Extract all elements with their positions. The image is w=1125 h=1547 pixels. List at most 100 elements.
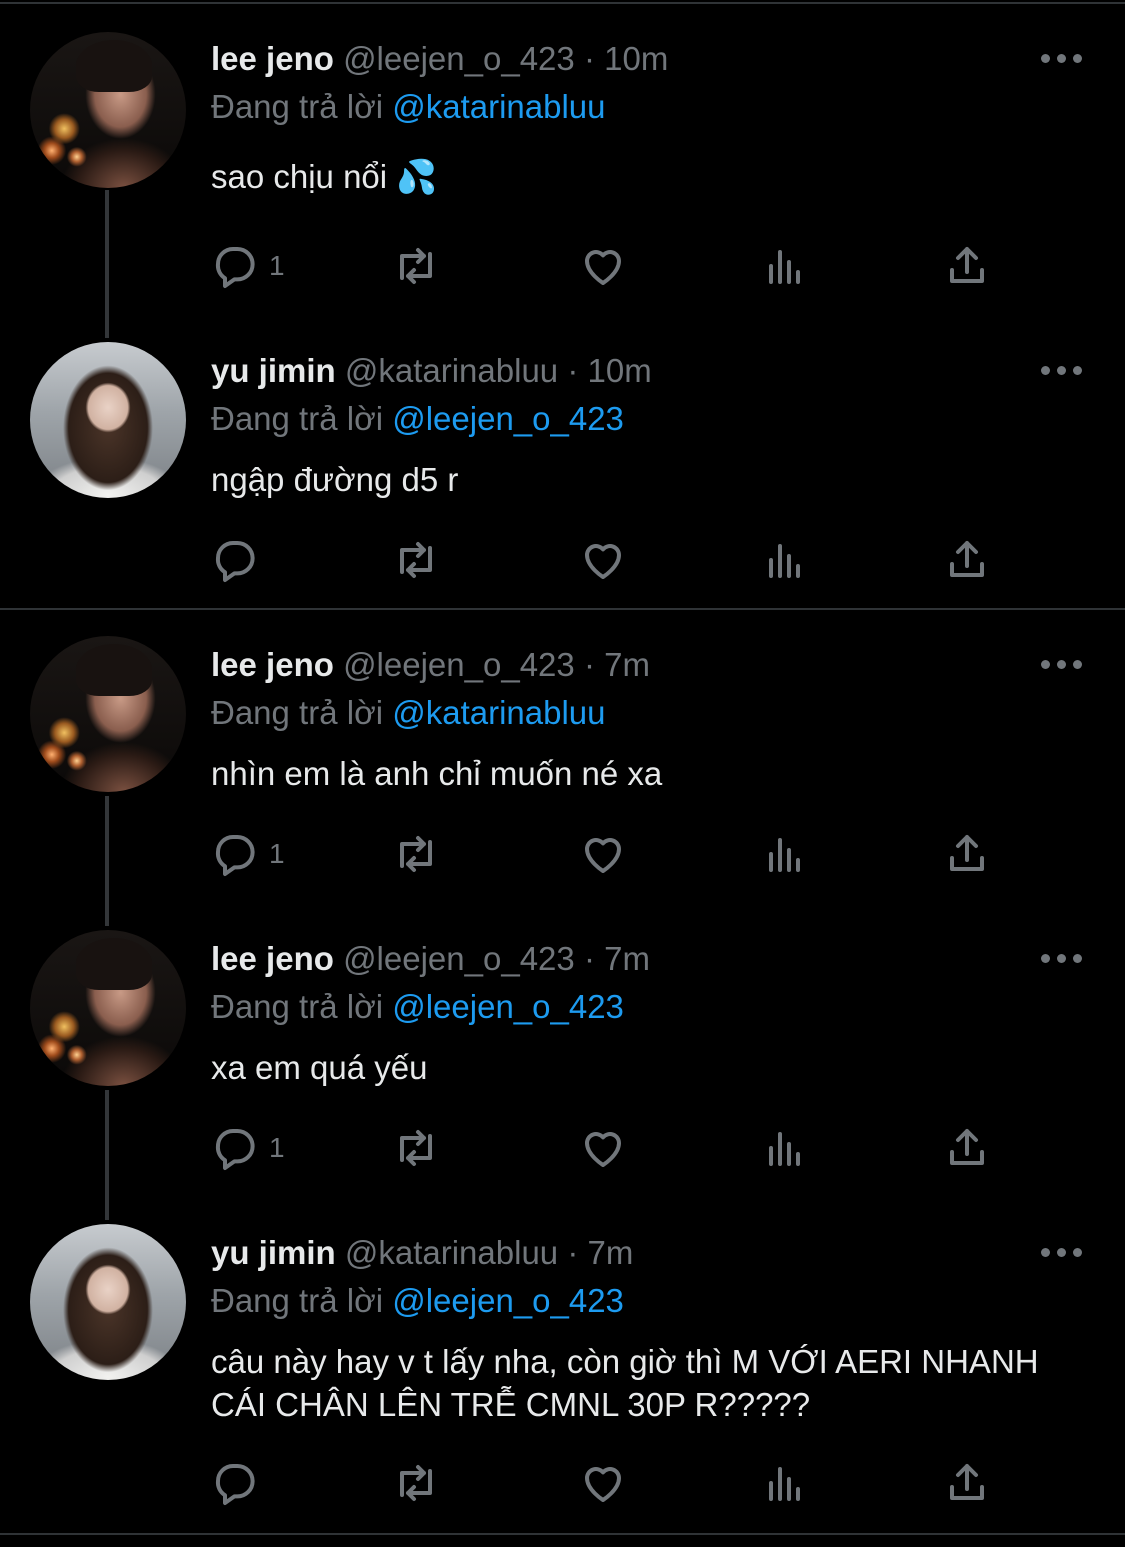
timestamp[interactable]: 10m [604, 40, 668, 77]
views-icon [769, 1132, 800, 1166]
replying-to: Đang trả lời @katarinabluu [211, 694, 606, 732]
heart-icon [585, 250, 621, 285]
reply-button[interactable] [211, 535, 269, 585]
retweet-button[interactable] [392, 829, 440, 879]
more-icon[interactable] [1041, 1246, 1083, 1258]
handle[interactable]: @katarinabluu [345, 1234, 558, 1271]
handle[interactable]: @leejen_o_423 [343, 940, 575, 977]
retweet-button[interactable] [392, 1123, 440, 1173]
like-button[interactable] [579, 1458, 627, 1508]
tweet-text: sao chịu nổi 💦 [211, 158, 438, 195]
reply-count: 1 [269, 250, 285, 281]
tweet-header: yu jimin @katarinabluu · 10m [211, 352, 652, 390]
more-icon[interactable] [1041, 952, 1083, 964]
timestamp[interactable]: 7m [604, 646, 650, 683]
mention-link[interactable]: @leejen_o_423 [392, 400, 624, 437]
views-button[interactable] [761, 829, 809, 879]
thread-line [105, 190, 109, 338]
replying-to-label: Đang trả lời [211, 1282, 384, 1319]
display-name[interactable]: yu jimin [211, 1234, 336, 1271]
retweet-button[interactable] [392, 1458, 440, 1508]
handle[interactable]: @leejen_o_423 [343, 40, 575, 77]
like-button[interactable] [579, 241, 627, 291]
action-bar: 1 [211, 1123, 1011, 1173]
avatar[interactable] [30, 1224, 186, 1380]
retweet-icon [400, 1130, 432, 1166]
share-button[interactable] [943, 1458, 991, 1508]
action-bar [211, 1458, 1011, 1508]
separator-dot: · [583, 646, 595, 683]
like-button[interactable] [579, 829, 627, 879]
replying-to: Đang trả lời @leejen_o_423 [211, 1282, 624, 1320]
replying-to: Đang trả lời @leejen_o_423 [211, 988, 624, 1026]
tweet-text: nhìn em là anh chỉ muốn né xa [211, 755, 663, 792]
display-name[interactable]: lee jeno [211, 40, 334, 77]
conversation-divider [0, 608, 1125, 610]
display-name[interactable]: lee jeno [211, 646, 334, 683]
heart-icon [585, 544, 621, 579]
replying-to-label: Đang trả lời [211, 694, 384, 731]
action-bar [211, 535, 1011, 585]
separator-dot: · [567, 1234, 579, 1271]
handle[interactable]: @leejen_o_423 [343, 646, 575, 683]
share-button[interactable] [943, 829, 991, 879]
avatar[interactable] [30, 930, 186, 1086]
avatar[interactable] [30, 636, 186, 792]
tweet-header: lee jeno @leejen_o_423 · 10m [211, 40, 668, 78]
views-button[interactable] [761, 1123, 809, 1173]
timestamp[interactable]: 10m [588, 352, 652, 389]
reply-icon [215, 835, 255, 876]
mention-link[interactable]: @leejen_o_423 [392, 1282, 624, 1319]
share-button[interactable] [943, 1123, 991, 1173]
replying-to-label: Đang trả lời [211, 988, 384, 1025]
top-divider [0, 2, 1125, 4]
like-button[interactable] [579, 1123, 627, 1173]
views-button[interactable] [761, 241, 809, 291]
like-button[interactable] [579, 535, 627, 585]
tweet-header: lee jeno @leejen_o_423 · 7m [211, 940, 650, 978]
separator-dot: · [583, 40, 595, 77]
timestamp[interactable]: 7m [588, 1234, 634, 1271]
share-button[interactable] [943, 241, 991, 291]
views-icon [769, 838, 800, 872]
tweet-text: xa em quá yếu [211, 1049, 428, 1086]
avatar[interactable] [30, 32, 186, 188]
share-icon [950, 541, 984, 577]
more-icon[interactable] [1041, 364, 1083, 376]
retweet-icon [400, 542, 432, 578]
reply-icon [215, 541, 255, 582]
share-icon [950, 1464, 984, 1500]
thread-line [105, 796, 109, 926]
retweet-button[interactable] [392, 535, 440, 585]
display-name[interactable]: yu jimin [211, 352, 336, 389]
more-icon[interactable] [1041, 52, 1083, 64]
handle[interactable]: @katarinabluu [345, 352, 558, 389]
more-icon[interactable] [1041, 658, 1083, 670]
retweet-icon [400, 248, 432, 284]
tweet-text: câu này hay v t lấy nha, còn giờ thì M V… [211, 1343, 1039, 1423]
reply-count: 1 [269, 1132, 285, 1163]
reply-button[interactable]: 1 [211, 829, 285, 879]
avatar[interactable] [30, 342, 186, 498]
separator-dot: · [567, 352, 579, 389]
share-button[interactable] [943, 535, 991, 585]
retweet-icon [400, 836, 432, 872]
retweet-button[interactable] [392, 241, 440, 291]
views-button[interactable] [761, 535, 809, 585]
views-button[interactable] [761, 1458, 809, 1508]
mention-link[interactable]: @katarinabluu [392, 88, 605, 125]
heart-icon [585, 1467, 621, 1502]
mention-link[interactable]: @leejen_o_423 [392, 988, 624, 1025]
timestamp[interactable]: 7m [604, 940, 650, 977]
replying-to: Đang trả lời @katarinabluu [211, 88, 606, 126]
share-icon [950, 835, 984, 871]
display-name[interactable]: lee jeno [211, 940, 334, 977]
action-bar: 1 [211, 241, 1011, 291]
heart-icon [585, 1132, 621, 1167]
heart-icon [585, 838, 621, 873]
mention-link[interactable]: @katarinabluu [392, 694, 605, 731]
reply-button[interactable]: 1 [211, 241, 285, 291]
replying-to: Đang trả lời @leejen_o_423 [211, 400, 624, 438]
reply-button[interactable] [211, 1458, 269, 1508]
reply-button[interactable]: 1 [211, 1123, 285, 1173]
